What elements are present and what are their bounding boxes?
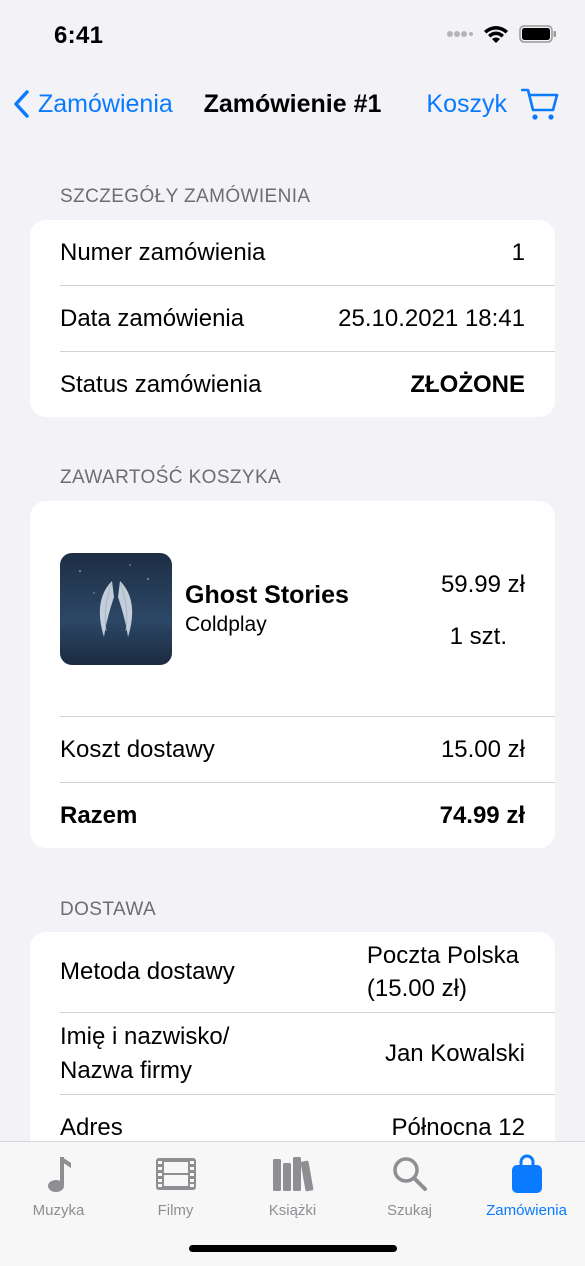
home-indicator[interactable] <box>189 1245 397 1252</box>
section-header-cart: ZAWARTOŚĆ KOSZYKA <box>60 467 282 488</box>
tab-movies-label: Filmy <box>157 1202 194 1219</box>
album-cover-art <box>60 553 172 665</box>
delivery-method-line1: Poczta Polska <box>366 942 519 969</box>
cart-button[interactable]: Koszyk <box>426 84 559 124</box>
order-number-row: Numer zamówienia 1 <box>60 220 525 286</box>
total-row: Razem 74.99 zł <box>60 783 525 848</box>
books-icon <box>272 1157 313 1192</box>
bag-icon <box>511 1154 542 1193</box>
item-title: Ghost Stories <box>185 581 349 609</box>
tab-movies[interactable]: Filmy <box>117 1152 234 1219</box>
delivery-card: Metoda dostawy Poczta Polska (15.00 zł) … <box>30 932 555 1141</box>
item-quantity: 1 szt. <box>449 623 507 650</box>
order-date-label: Data zamówienia <box>60 305 245 332</box>
section-header-order-details: SZCZEGÓŁY ZAMÓWIENIA <box>60 186 311 207</box>
order-number-label: Numer zamówienia <box>60 239 266 266</box>
delivery-method-line2: (15.00 zł) <box>366 975 467 1002</box>
tab-orders[interactable]: Zamówienia <box>468 1152 585 1219</box>
status-time: 6:41 <box>54 22 104 49</box>
shipping-cost-row: Koszt dostawy 15.00 zł <box>60 717 525 783</box>
total-label: Razem <box>60 802 138 829</box>
tab-music[interactable]: Muzyka <box>0 1152 117 1219</box>
navigation-bar: Zamówienia Zamówienie #1 Koszyk <box>0 74 585 136</box>
status-icons <box>447 24 557 44</box>
signal-icon <box>447 31 473 37</box>
address-label: Adres <box>60 1114 123 1141</box>
shipping-cost-label: Koszt dostawy <box>60 736 215 763</box>
order-date-value: 25.10.2021 18:41 <box>338 305 525 332</box>
music-note-icon <box>47 1157 71 1192</box>
section-header-delivery: DOSTAWA <box>60 899 157 920</box>
cart-card: Ghost Stories Coldplay 59.99 zł 1 szt. K… <box>30 501 555 848</box>
tab-books-label: Książki <box>268 1202 317 1219</box>
delivery-method-label: Metoda dostawy <box>60 958 235 985</box>
divider <box>60 1094 555 1095</box>
item-price: 59.99 zł <box>440 571 525 598</box>
order-date-row: Data zamówienia 25.10.2021 18:41 <box>60 286 525 352</box>
order-content[interactable]: SZCZEGÓŁY ZAMÓWIENIA Numer zamówienia 1 … <box>0 136 585 1141</box>
customer-name-label-line2: Nazwa firmy <box>60 1057 193 1084</box>
tab-orders-label: Zamówienia <box>486 1202 567 1219</box>
order-status-value: ZŁOŻONE <box>410 371 525 398</box>
album-cover-image[interactable] <box>60 553 172 665</box>
total-value: 74.99 zł <box>439 802 525 829</box>
delivery-method-row: Metoda dostawy Poczta Polska (15.00 zł) <box>60 932 525 1012</box>
battery-icon <box>519 25 556 43</box>
customer-name-label-line1: Imię i nazwisko/ <box>60 1023 230 1050</box>
shipping-cost-value: 15.00 zł <box>440 736 525 763</box>
tab-books[interactable]: Książki <box>234 1152 351 1219</box>
address-value: Północna 12 <box>391 1114 525 1141</box>
customer-name-label: Imię i nazwisko/ Nazwa firmy <box>60 1020 229 1088</box>
cart-icon <box>521 88 559 120</box>
tab-music-label: Muzyka <box>32 1202 85 1219</box>
tab-search-label: Szukaj <box>386 1202 433 1219</box>
wifi-icon <box>484 26 508 43</box>
cart-button-label: Koszyk <box>426 89 507 118</box>
customer-name-value: Jan Kowalski <box>384 1040 525 1067</box>
customer-name-row: Imię i nazwisko/ Nazwa firmy Jan Kowalsk… <box>60 1013 525 1095</box>
search-icon <box>392 1157 427 1191</box>
order-status-label: Status zamówienia <box>60 371 262 398</box>
delivery-method-value: Poczta Polska (15.00 zł) <box>367 939 519 1005</box>
tab-search[interactable]: Szukaj <box>351 1152 468 1219</box>
order-details-card: Numer zamówienia 1 Data zamówienia 25.10… <box>30 220 555 417</box>
film-icon <box>155 1158 196 1190</box>
status-bar: 6:41 <box>0 0 585 74</box>
order-number-value: 1 <box>511 239 525 266</box>
page-title-text: Zamówienie #1 <box>203 90 382 118</box>
order-status-row: Status zamówienia ZŁOŻONE <box>60 352 525 417</box>
item-artist: Coldplay <box>185 613 267 636</box>
address-row: Adres Północna 12 <box>60 1108 525 1141</box>
